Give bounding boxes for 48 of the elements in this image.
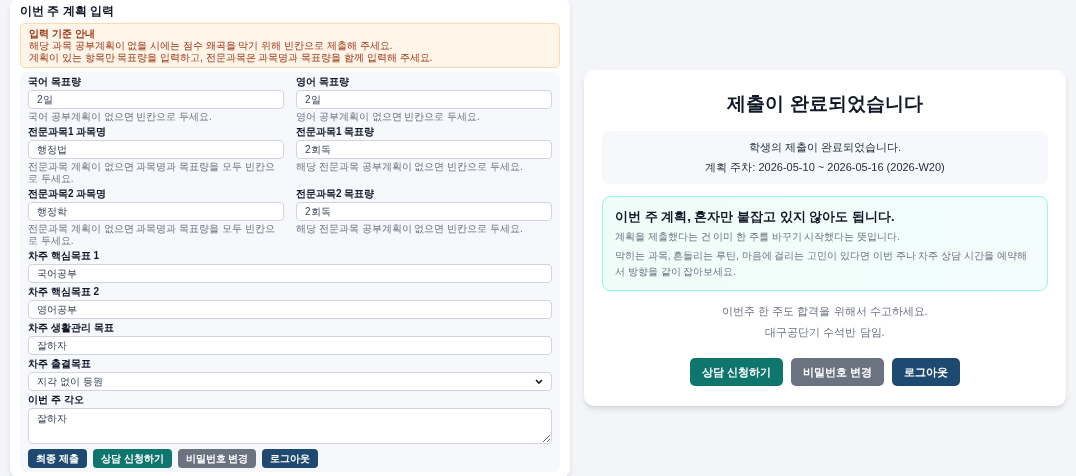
notice-text: 계획이 있는 항목만 목표량을 입력하고, 전문과목은 과목명과 목표량을 함께 입력해 주세요.	[29, 52, 434, 64]
field-hint: 해당 전문과목 공부계획이 없으면 빈칸으로 두세요.	[296, 161, 524, 173]
field-label: 차주 생활관리 목표	[28, 322, 115, 334]
field-label: 전문과목1 과목명	[28, 126, 108, 138]
action-button[interactable]: 비밀번호 변경	[177, 449, 257, 468]
encouragement-text: 계획을 제출했다는 건 이미 한 주를 바꾸기 시작했다는 뜻입니다.	[615, 230, 901, 244]
input-field[interactable]: 국어공부	[28, 264, 552, 283]
text-area[interactable]: 잘하자	[28, 408, 552, 444]
action-button[interactable]: 로그아웃	[892, 358, 961, 386]
form-title: 이번 주 계획 입력	[20, 4, 115, 19]
field-hint: 해당 전문과목 공부계획이 없으면 빈칸으로 두세요.	[296, 223, 524, 235]
action-button[interactable]: 최종 제출	[28, 449, 87, 468]
closing-text: 대구공단기 수석반 담임.	[765, 324, 885, 340]
info-text: 학생의 제출이 완료되었습니다.	[748, 139, 902, 155]
input-field[interactable]: 행정학	[28, 202, 284, 221]
field-label: 차주 출결목표	[28, 358, 92, 370]
field-label: 전문과목2 목표량	[296, 188, 376, 200]
chevron-down-icon	[535, 379, 543, 384]
field-hint: 전문과목 계획이 없으면 과목명과 목표량을 모두 빈칸으로 두세요.	[28, 161, 276, 185]
dropdown[interactable]: 지각 없이 등원	[28, 372, 552, 391]
input-field[interactable]: 2일	[28, 90, 284, 109]
field-hint: 전문과목 계획이 없으면 과목명과 목표량을 모두 빈칸으로 두세요.	[28, 223, 276, 247]
notice-text: 해당 과목 공부계획이 없을 시에는 점수 왜곡을 막기 위해 빈칸으로 제출해 주세요.	[29, 40, 394, 52]
notice-title: 입력 기준 안내	[29, 27, 96, 40]
input-field[interactable]: 잘하자	[28, 336, 552, 355]
action-button[interactable]: 로그아웃	[262, 449, 319, 468]
closing-text: 이번주 한 주도 합격을 위해서 수고하세요.	[722, 304, 928, 319]
field-label: 전문과목1 목표량	[296, 126, 376, 138]
action-button[interactable]: 비밀번호 변경	[791, 358, 885, 386]
input-field[interactable]: 2일	[296, 90, 552, 109]
encouragement-title: 이번 주 계획, 혼자만 붙잡고 있지 않아도 됩니다.	[615, 207, 896, 226]
field-hint: 국어 공부계획이 없으면 빈칸으로 두세요.	[28, 111, 213, 123]
input-field[interactable]: 행정법	[28, 140, 284, 159]
field-hint: 영어 공부계획이 없으면 빈칸으로 두세요.	[296, 111, 481, 123]
input-field[interactable]: 2회독	[296, 140, 552, 159]
field-label: 영어 목표량	[296, 76, 350, 88]
input-field[interactable]: 영어공부	[28, 300, 552, 319]
action-button[interactable]: 상담 신청하기	[92, 449, 172, 468]
field-label: 이번 주 각오	[28, 394, 85, 406]
result-title: 제출이 완료되었습니다	[727, 92, 923, 116]
input-field[interactable]: 2회독	[296, 202, 552, 221]
action-button[interactable]: 상담 신청하기	[689, 358, 783, 386]
field-label: 차주 핵심목표 2	[28, 286, 101, 298]
field-label: 국어 목표량	[28, 76, 82, 88]
field-label: 전문과목2 과목명	[28, 188, 108, 200]
info-text: 계획 주차: 2026-05-10 ~ 2026-05-16 (2026-W20)	[705, 160, 945, 175]
field-label: 차주 핵심목표 1	[28, 250, 101, 262]
encouragement-text: 막히는 과목, 흔들리는 루틴, 마음에 걸리는 고민이 있다면 이번 주나 차주 상담 시간을 예약해서 방향을 같이 잡아보세요.	[615, 249, 1028, 279]
